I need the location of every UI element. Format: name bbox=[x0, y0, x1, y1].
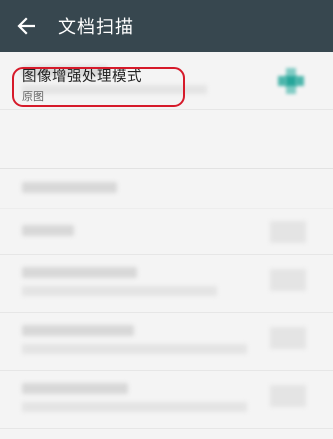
list-item[interactable] bbox=[0, 255, 333, 313]
blurred-subtitle bbox=[22, 344, 247, 354]
blurred-section-title bbox=[22, 182, 117, 193]
back-button[interactable] bbox=[0, 0, 52, 52]
toggle-switch-on[interactable] bbox=[278, 68, 304, 94]
blurred-subtitle bbox=[22, 286, 217, 296]
page-title: 文档扫描 bbox=[58, 17, 134, 38]
blurred-value bbox=[270, 385, 306, 407]
list-item[interactable] bbox=[0, 313, 333, 371]
section-header bbox=[0, 169, 333, 209]
blurred-title bbox=[22, 383, 128, 394]
list-item-enhance-mode[interactable] bbox=[0, 110, 333, 170]
blurred-title bbox=[22, 325, 134, 336]
blurred-subtitle bbox=[22, 402, 247, 412]
blurred-value bbox=[270, 221, 306, 243]
list-item[interactable] bbox=[0, 371, 333, 429]
blurred-title bbox=[22, 225, 74, 236]
blurred-title bbox=[22, 267, 137, 278]
settings-list: 图像增强处理模式 原图 bbox=[0, 52, 333, 439]
app-bar: 文档扫描 bbox=[0, 0, 333, 52]
list-item[interactable] bbox=[0, 209, 333, 255]
blurred-value bbox=[270, 327, 306, 349]
arrow-left-icon bbox=[17, 17, 35, 35]
highlight-annotation bbox=[12, 67, 185, 107]
blurred-value bbox=[270, 269, 306, 291]
